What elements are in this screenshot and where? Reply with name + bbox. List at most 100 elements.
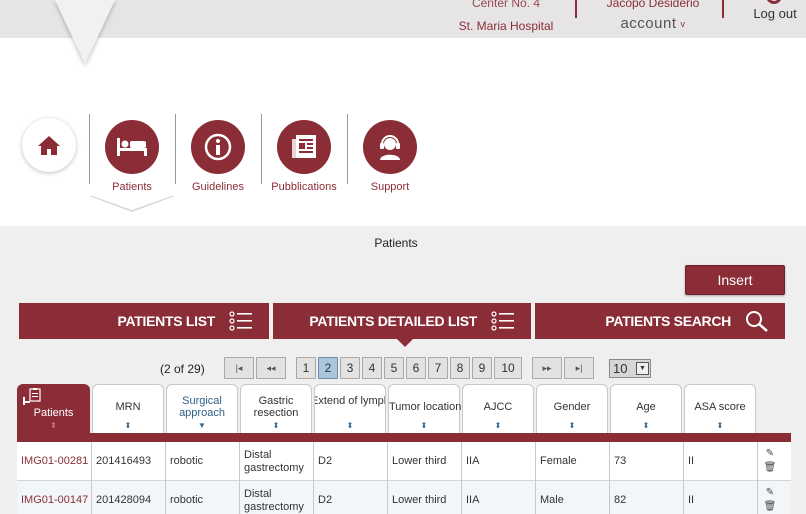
table-row[interactable]: IMG01-00147 201428094 robotic Distal gas…	[17, 481, 791, 514]
sort-icon: ⬍	[494, 421, 502, 430]
prev-page-button[interactable]: ◂◂	[256, 357, 286, 379]
table-row[interactable]: IMG01-00281 201416493 robotic Distal gas…	[17, 442, 791, 481]
nav-circle	[363, 120, 417, 174]
delete-icon[interactable]: 🗑	[763, 500, 777, 514]
center-info: Center No. 4 St. Maria Hospital	[442, 0, 570, 38]
clipboard-bed-icon	[23, 388, 41, 405]
cell-gender: Female	[536, 442, 610, 481]
page-button[interactable]: 9	[472, 357, 492, 379]
sort-icon: ⬍	[50, 421, 57, 430]
sort-icon: ⬍	[420, 421, 428, 430]
page-size-select[interactable]: 10 ▼	[609, 359, 651, 378]
nav-circle	[191, 120, 245, 174]
account-dropdown[interactable]: account v	[590, 15, 716, 33]
sort-icon: ⬍	[346, 421, 354, 430]
sort-icon: ⬍	[124, 421, 132, 430]
page-button[interactable]: 1	[296, 357, 316, 379]
column-label: MRN	[115, 401, 141, 413]
column-header-age[interactable]: Age ⬍	[610, 384, 682, 436]
column-header-gender[interactable]: Gender ⬍	[536, 384, 608, 436]
header-divider	[722, 0, 724, 18]
column-label: Patients	[33, 407, 74, 419]
user-menu[interactable]: Jacopo Desiderio account v	[590, 0, 716, 33]
delete-icon[interactable]: 🗑	[763, 461, 777, 475]
home-button[interactable]	[22, 118, 76, 172]
power-icon	[766, 0, 782, 4]
page-button[interactable]: 5	[384, 357, 404, 379]
last-page-button[interactable]: ▸|	[564, 357, 594, 379]
page-button[interactable]: 4	[362, 357, 382, 379]
column-header-gastric-resection[interactable]: Gastric resection ⬍	[240, 384, 312, 436]
logout-label: Log out	[753, 6, 797, 21]
column-label: Gastric resection	[253, 395, 299, 419]
search-icon	[746, 311, 768, 332]
page-button-current[interactable]: 2	[318, 357, 338, 379]
next-page-button[interactable]: ▸▸	[532, 357, 562, 379]
insert-button[interactable]: Insert	[685, 265, 785, 295]
tab-patients-search[interactable]: PATIENTS SEARCH	[535, 303, 785, 339]
tab-label: PATIENTS SEARCH	[605, 313, 731, 329]
edit-icon[interactable]: ✎	[763, 486, 777, 500]
headset-icon	[380, 135, 400, 160]
column-header-surgical-approach[interactable]: Surgical approach ▼	[166, 384, 238, 436]
cell-mrn: 201428094	[92, 481, 166, 514]
page: Center No. 4 St. Maria Hospital Jacopo D…	[0, 0, 806, 514]
page-button[interactable]: 7	[428, 357, 448, 379]
hospital-name: St. Maria Hospital	[458, 19, 554, 33]
nav-item-patients[interactable]: Patients	[89, 116, 175, 196]
column-header-patients[interactable]: Patients ⬍	[17, 384, 90, 436]
cell-ajcc: IIA	[462, 442, 536, 481]
cell-lymphadenectomy: D2	[314, 442, 388, 481]
tab-patients-list[interactable]: PATIENTS LIST	[19, 303, 269, 339]
sort-icon: ⬍	[716, 421, 724, 430]
column-header-mrn[interactable]: MRN ⬍	[92, 384, 164, 436]
page-title: Patients	[374, 236, 418, 250]
row-actions: ✎ 🗑	[763, 486, 777, 514]
page-button[interactable]: 3	[340, 357, 360, 379]
page-button[interactable]: 6	[406, 357, 426, 379]
nav-item-pubblications[interactable]: Pubblications	[261, 116, 347, 196]
logo-shape	[55, 0, 115, 64]
page-size-value: 10	[613, 361, 628, 376]
dropdown-arrow-icon: ▼	[636, 362, 649, 375]
tab-patients-detailed-list[interactable]: PATIENTS DETAILED LIST	[273, 303, 531, 339]
first-page-button[interactable]: |◂	[224, 357, 254, 379]
column-header-lymphadenectomy[interactable]: Extend of lymphadenector ⬍	[314, 384, 386, 436]
table-header-band	[17, 433, 791, 442]
cell-mrn: 201416493	[92, 442, 166, 481]
nav-circle	[277, 120, 331, 174]
header-divider	[575, 0, 577, 18]
nav-item-support[interactable]: Support	[347, 116, 433, 196]
patient-id-link[interactable]: IMG01-00281	[17, 442, 92, 481]
active-nav-indicator-inner	[90, 195, 174, 210]
user-name: Jacopo Desiderio	[606, 0, 700, 10]
newspaper-icon	[292, 135, 316, 158]
list-icon	[229, 311, 252, 331]
tab-label: PATIENTS DETAILED LIST	[309, 313, 477, 329]
nav-label-support: Support	[370, 181, 410, 193]
column-label: Extend of lymphadenector	[314, 395, 385, 407]
column-label: ASA score	[694, 401, 746, 413]
cell-surgical-approach: robotic	[166, 442, 240, 481]
sort-descending-icon: ▼	[198, 421, 206, 430]
column-header-tumor-location[interactable]: Tumor location ⬍	[388, 384, 461, 436]
column-header-ajcc[interactable]: AJCC ⬍	[462, 384, 534, 436]
sort-icon: ⬍	[642, 421, 650, 430]
column-header-asa-score[interactable]: ASA score ⬍	[684, 384, 756, 436]
account-label: account	[620, 15, 677, 32]
cell-age: 73	[610, 442, 684, 481]
page-button[interactable]: 10	[494, 357, 522, 379]
column-label: AJCC	[483, 401, 513, 413]
edit-icon[interactable]: ✎	[763, 447, 777, 461]
page-button[interactable]: 8	[450, 357, 470, 379]
nav-item-guidelines[interactable]: Guidelines	[175, 116, 261, 196]
cell-asa-score: II	[684, 481, 758, 514]
center-label: Center No. 4	[471, 0, 541, 10]
cell-age: 82	[610, 481, 684, 514]
cell-gastric-resection: Distal gastrectomy	[240, 481, 314, 514]
patient-id-link[interactable]: IMG01-00147	[17, 481, 92, 514]
cell-lymphadenectomy: D2	[314, 481, 388, 514]
cell-gender: Male	[536, 481, 610, 514]
nav-label-pubblications: Pubblications	[271, 181, 337, 193]
column-label: Gender	[553, 401, 591, 413]
